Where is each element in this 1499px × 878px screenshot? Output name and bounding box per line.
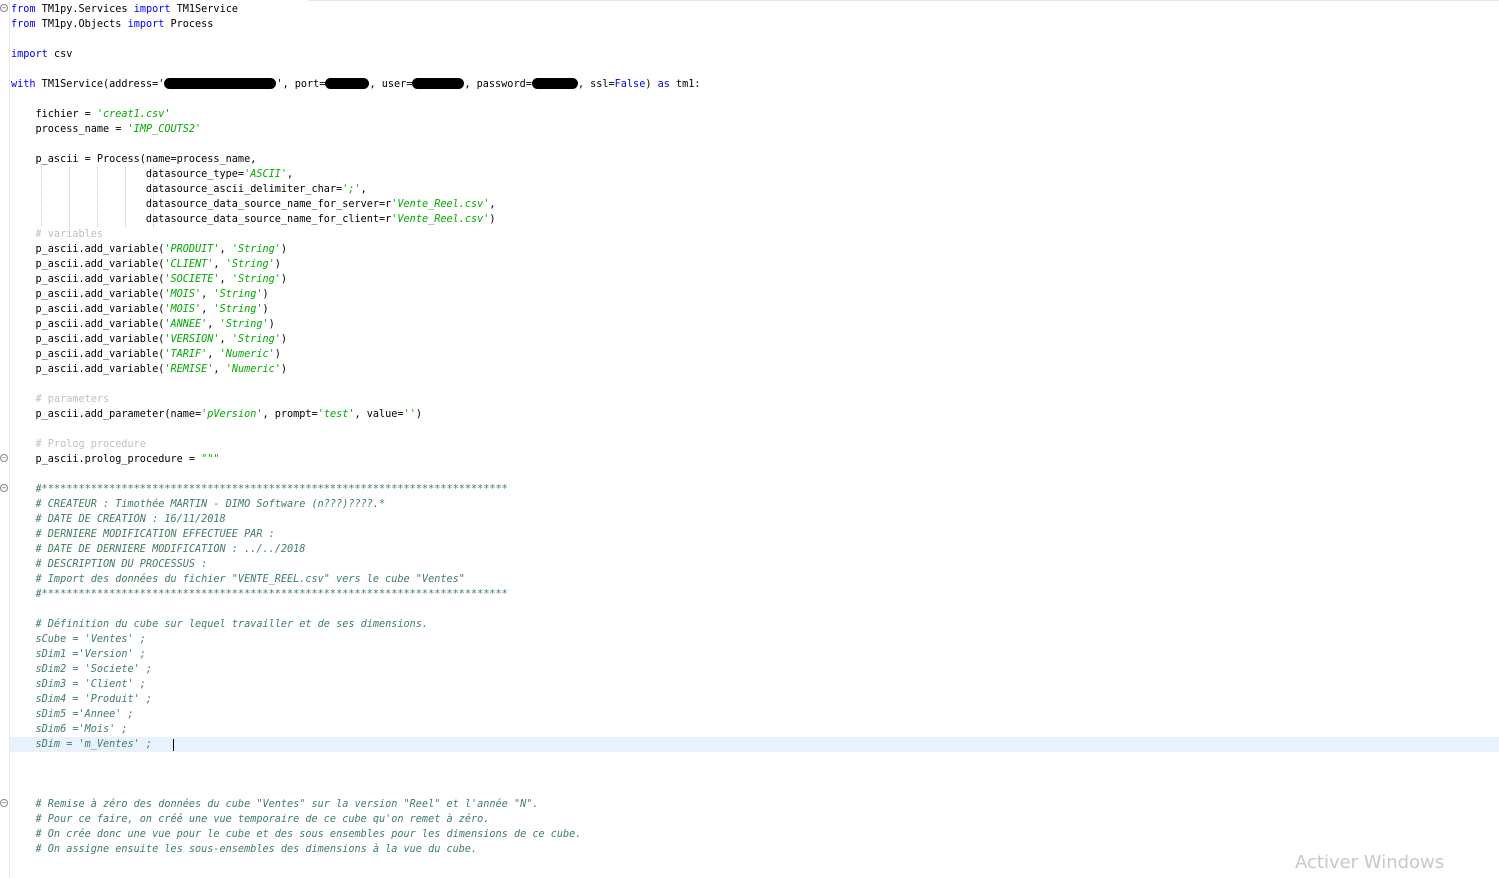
fold-toggle-icon[interactable]: − [0,4,8,12]
code-comment[interactable]: # Remise à zéro des données du cube "Ven… [11,797,539,812]
code-comment[interactable]: #***************************************… [11,482,508,497]
code-line[interactable]: sDim6 ='Mois' ; [11,722,128,737]
current-line-highlight [10,737,1499,752]
code-line[interactable]: with TM1Service(address=' ', port=, user=… [11,77,701,92]
code-line[interactable]: from TM1py.Objects import Process [11,17,213,32]
redacted-value [325,77,370,89]
redacted-value [531,77,578,89]
code-line[interactable]: sDim4 = 'Produit' ; [11,692,153,707]
code-line[interactable]: sDim2 = 'Societe' ; [11,662,153,677]
fold-toggle-icon[interactable]: − [0,799,8,807]
code-comment[interactable]: # Pour ce faire, on créé une vue tempora… [11,812,490,827]
code-line[interactable]: p_ascii.add_variable('VERSION', 'String'… [11,332,288,347]
fold-toggle-icon[interactable]: − [0,484,8,492]
code-line[interactable]: fichier = 'creat1.csv' [11,107,171,122]
code-comment[interactable]: # CREATEUR : Timothée MARTIN - DIMO Soft… [11,497,386,512]
code-line[interactable]: p_ascii = Process(name=process_name, [11,152,257,167]
code-comment[interactable]: # Prolog procedure [11,437,146,452]
code-line[interactable]: p_ascii.add_variable('CLIENT', 'String') [11,257,281,272]
code-line[interactable]: datasource_data_source_name_for_server=r… [11,197,496,212]
code-line[interactable]: datasource_data_source_name_for_client=r… [11,212,496,227]
code-line[interactable]: datasource_type='ASCII', [11,167,293,182]
code-line[interactable]: p_ascii.add_variable('SOCIETE', 'String'… [11,272,288,287]
code-comment[interactable]: # DATE DE DERNIERE MODIFICATION : ../../… [11,542,306,557]
code-line[interactable]: p_ascii.prolog_procedure = """ [11,452,220,467]
code-comment[interactable]: #***************************************… [11,587,508,602]
code-comment[interactable]: # parameters [11,392,110,407]
code-line[interactable]: p_ascii.add_variable('REMISE', 'Numeric'… [11,362,288,377]
code-line[interactable]: from TM1py.Services import TM1Service [11,2,238,17]
code-comment[interactable]: # variables [11,227,103,242]
code-line[interactable]: sCube = 'Ventes' ; [11,632,146,647]
code-line[interactable]: sDim5 ='Annee' ; [11,707,134,722]
code-line[interactable]: datasource_ascii_delimiter_char=';', [11,182,367,197]
editor-top-border [308,0,1499,1]
code-line[interactable]: sDim3 = 'Client' ; [11,677,146,692]
code-comment[interactable]: # On crée donc une vue pour le cube et d… [11,827,582,842]
code-comment[interactable]: # DERNIERE MODIFICATION EFFECTUEE PAR : [11,527,275,542]
code-line[interactable]: sDim1 ='Version' ; [11,647,146,662]
code-line[interactable]: p_ascii.add_variable('ANNEE', 'String') [11,317,275,332]
code-comment[interactable]: # DATE DE CREATION : 16/11/2018 [11,512,226,527]
code-line[interactable]: import csv [11,47,72,62]
code-comment[interactable]: # On assigne ensuite les sous-ensembles … [11,842,478,857]
code-line[interactable]: process_name = 'IMP_COUTS2' [11,122,202,137]
code-line[interactable]: p_ascii.add_variable('MOIS', 'String') [11,302,269,317]
code-line[interactable]: p_ascii.add_variable('MOIS', 'String') [11,287,269,302]
code-line[interactable]: p_ascii.add_variable('TARIF', 'Numeric') [11,347,281,362]
code-comment[interactable]: # Import des données du fichier "VENTE_R… [11,572,465,587]
code-comment[interactable]: # DESCRIPTION DU PROCESSUS : [11,557,208,572]
text-caret [173,739,174,751]
windows-activation-watermark: Activer Windows [1295,852,1445,873]
code-editor[interactable]: − − − − from TM1py.Services import TM1Se… [0,0,1499,878]
editor-gutter [0,0,9,878]
code-line[interactable]: p_ascii.add_parameter(name='pVersion', p… [11,407,422,422]
redacted-value [412,77,465,89]
redacted-value [164,77,277,89]
code-comment[interactable]: # Définition du cube sur lequel travaill… [11,617,429,632]
code-line-current[interactable]: sDim = 'm_Ventes' ; [11,737,153,752]
code-line[interactable]: p_ascii.add_variable('PRODUIT', 'String'… [11,242,288,257]
fold-toggle-icon[interactable]: − [0,454,8,462]
